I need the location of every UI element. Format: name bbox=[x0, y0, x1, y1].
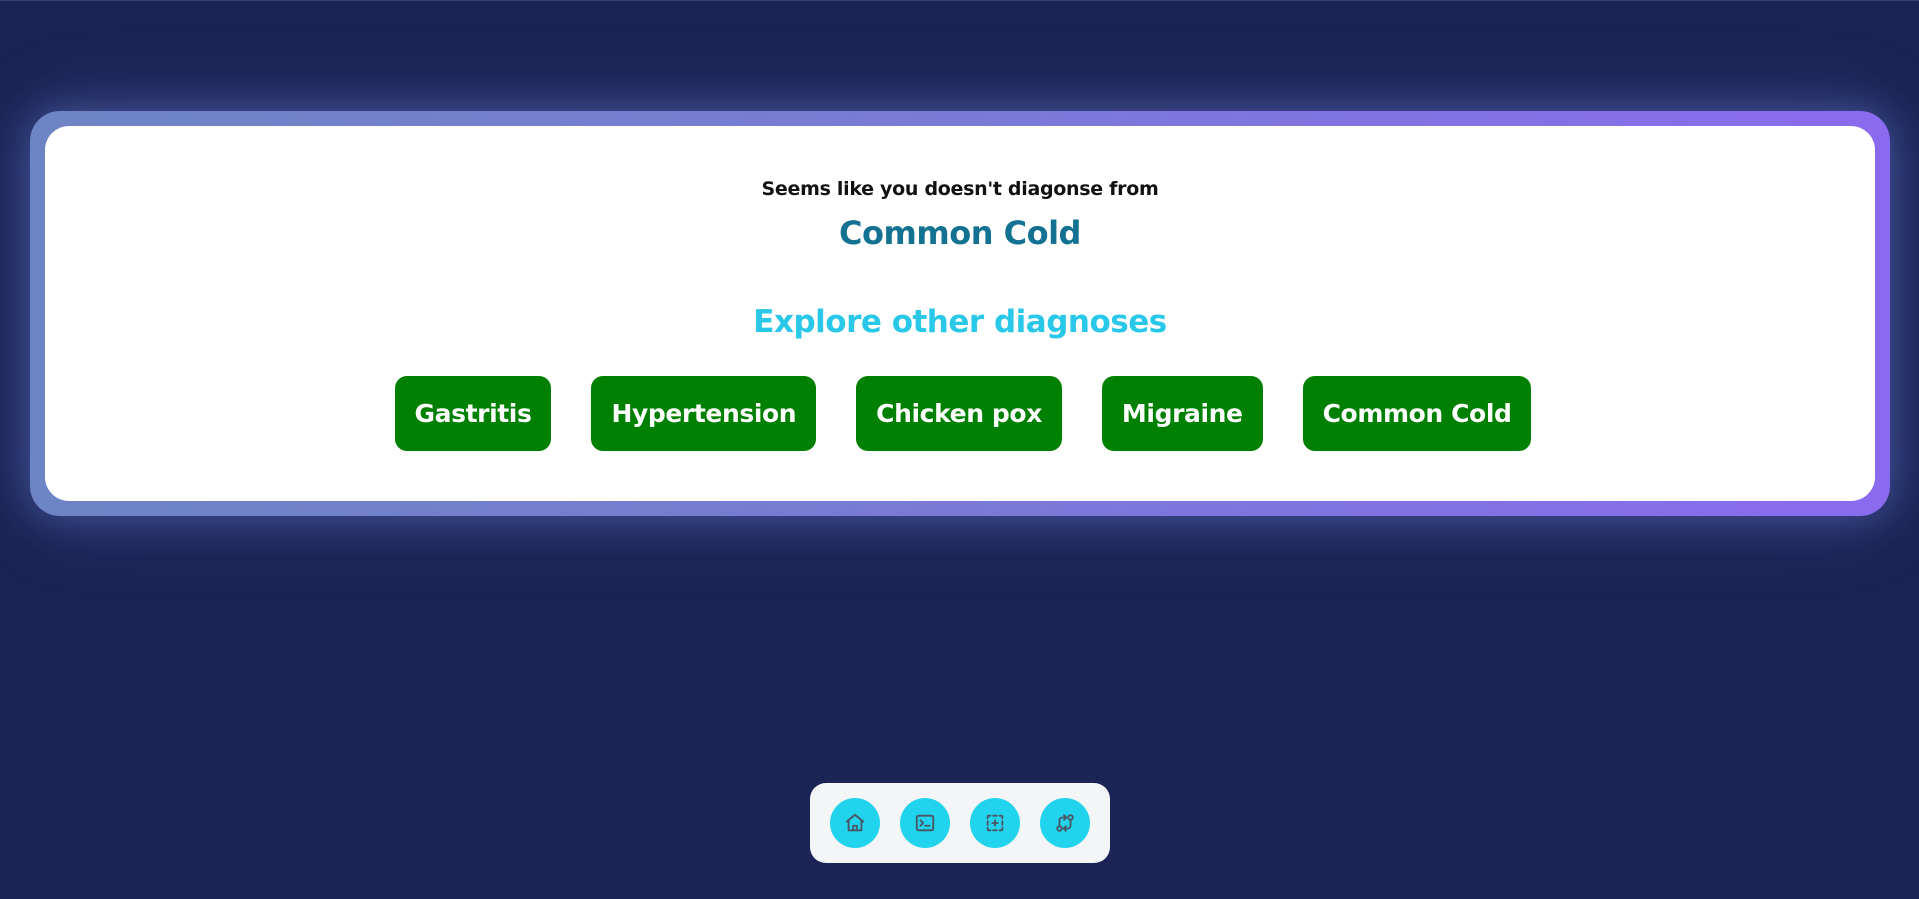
terminal-icon bbox=[915, 814, 935, 832]
focus-add-button[interactable] bbox=[970, 798, 1020, 848]
top-border-line bbox=[0, 0, 1919, 1]
diagnosis-button-chicken-pox[interactable]: Chicken pox bbox=[856, 376, 1062, 451]
focus-add-icon bbox=[986, 814, 1004, 832]
git-compare-icon bbox=[1056, 814, 1074, 832]
compare-button[interactable] bbox=[1040, 798, 1090, 848]
home-icon bbox=[845, 813, 865, 832]
diagnosis-button-migraine[interactable]: Migraine bbox=[1101, 376, 1263, 451]
result-subtitle: Seems like you doesn't diagonse from bbox=[761, 178, 1159, 200]
diagnosis-button-common-cold[interactable]: Common Cold bbox=[1302, 376, 1532, 451]
result-card-frame: Seems like you doesn't diagonse from Com… bbox=[30, 111, 1890, 516]
diagnosis-button-row: Gastritis Hypertension Chicken pox Migra… bbox=[45, 376, 1875, 451]
diagnosis-button-gastritis[interactable]: Gastritis bbox=[394, 376, 552, 451]
bottom-dock bbox=[810, 783, 1110, 863]
diagnosis-button-hypertension[interactable]: Hypertension bbox=[591, 376, 817, 451]
explore-heading: Explore other diagnoses bbox=[753, 304, 1167, 340]
home-button[interactable] bbox=[830, 798, 880, 848]
current-diagnosis: Common Cold bbox=[839, 214, 1081, 252]
result-card: Seems like you doesn't diagonse from Com… bbox=[45, 126, 1875, 501]
terminal-button[interactable] bbox=[900, 798, 950, 848]
